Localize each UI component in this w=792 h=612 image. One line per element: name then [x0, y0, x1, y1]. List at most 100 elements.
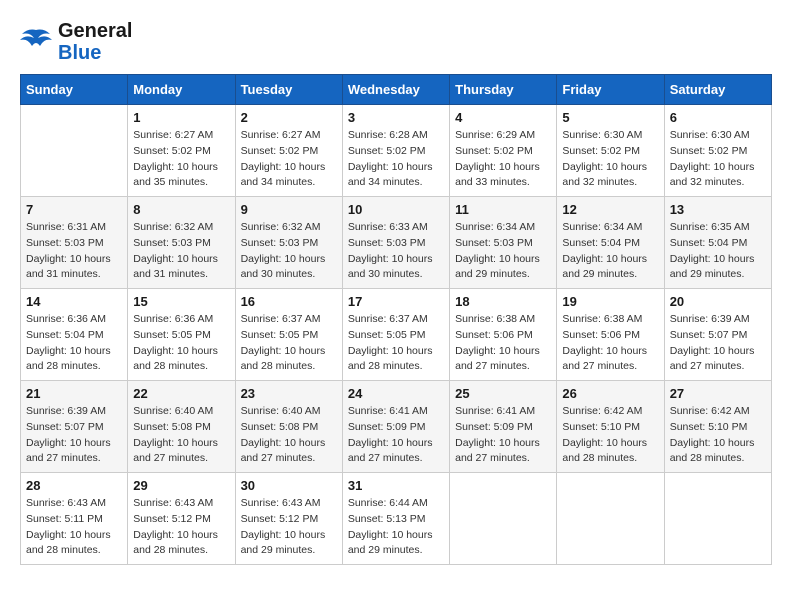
- calendar-body: 1 Sunrise: 6:27 AM Sunset: 5:02 PM Daylig…: [21, 105, 772, 565]
- calendar-cell: 4Sunrise: 6:29 AM Sunset: 5:02 PM Daylig…: [450, 105, 557, 197]
- day-number: 9: [241, 202, 337, 217]
- calendar-cell: 9 Sunrise: 6:32 AM Sunset: 5:03 PM Daylig…: [235, 197, 342, 289]
- calendar-cell: 25 Sunrise: 6:41 AM Sunset: 5:09 PM Dayli…: [450, 381, 557, 473]
- day-number: 28: [26, 478, 122, 493]
- day-info: Sunrise: 6:39 AM Sunset: 5:07 PM Dayligh…: [670, 312, 766, 375]
- day-info: Sunrise: 6:29 AM Sunset: 5:02 PM Dayligh…: [455, 128, 551, 191]
- day-number: 13: [670, 202, 766, 217]
- day-number: 21: [26, 386, 122, 401]
- day-number: 5: [562, 110, 658, 125]
- calendar-cell: 29Sunrise: 6:43 AM Sunset: 5:12 PM Dayli…: [128, 473, 235, 565]
- day-number: 11: [455, 202, 551, 217]
- calendar-cell: 21 Sunrise: 6:39 AM Sunset: 5:07 PM Dayli…: [21, 381, 128, 473]
- day-info: Sunrise: 6:30 AM Sunset: 5:02 PM Dayligh…: [562, 128, 658, 191]
- day-number: 29: [133, 478, 229, 493]
- weekday-header: Monday: [128, 75, 235, 105]
- day-number: 20: [670, 294, 766, 309]
- day-info: Sunrise: 6:35 AM Sunset: 5:04 PM Dayligh…: [670, 220, 766, 283]
- day-number: 8: [133, 202, 229, 217]
- calendar-cell: 3Sunrise: 6:28 AM Sunset: 5:02 PM Daylig…: [342, 105, 449, 197]
- day-info: Sunrise: 6:40 AM Sunset: 5:08 PM Dayligh…: [133, 404, 229, 467]
- weekday-header: Friday: [557, 75, 664, 105]
- calendar-cell: 16 Sunrise: 6:37 AM Sunset: 5:05 PM Dayli…: [235, 289, 342, 381]
- day-number: 24: [348, 386, 444, 401]
- day-info: Sunrise: 6:34 AM Sunset: 5:03 PM Dayligh…: [455, 220, 551, 283]
- day-info: Sunrise: 6:43 AM Sunset: 5:11 PM Dayligh…: [26, 496, 122, 559]
- day-number: 7: [26, 202, 122, 217]
- day-number: 22: [133, 386, 229, 401]
- day-number: 27: [670, 386, 766, 401]
- day-info: Sunrise: 6:41 AM Sunset: 5:09 PM Dayligh…: [348, 404, 444, 467]
- calendar-cell: 27 Sunrise: 6:42 AM Sunset: 5:10 PM Dayli…: [664, 381, 771, 473]
- day-number: 2: [241, 110, 337, 125]
- day-info: Sunrise: 6:44 AM Sunset: 5:13 PM Dayligh…: [348, 496, 444, 559]
- calendar-cell: [21, 105, 128, 197]
- calendar-cell: 19Sunrise: 6:38 AM Sunset: 5:06 PM Dayli…: [557, 289, 664, 381]
- day-info: Sunrise: 6:43 AM Sunset: 5:12 PM Dayligh…: [241, 496, 337, 559]
- calendar-cell: 31 Sunrise: 6:44 AM Sunset: 5:13 PM Dayli…: [342, 473, 449, 565]
- day-info: Sunrise: 6:32 AM Sunset: 5:03 PM Dayligh…: [133, 220, 229, 283]
- day-number: 18: [455, 294, 551, 309]
- calendar-week-row: 7 Sunrise: 6:31 AM Sunset: 5:03 PM Daylig…: [21, 197, 772, 289]
- calendar-cell: 10 Sunrise: 6:33 AM Sunset: 5:03 PM Dayli…: [342, 197, 449, 289]
- day-info: Sunrise: 6:27 AM Sunset: 5:02 PM Dayligh…: [241, 128, 337, 191]
- day-info: Sunrise: 6:36 AM Sunset: 5:04 PM Dayligh…: [26, 312, 122, 375]
- day-info: Sunrise: 6:41 AM Sunset: 5:09 PM Dayligh…: [455, 404, 551, 467]
- day-info: Sunrise: 6:34 AM Sunset: 5:04 PM Dayligh…: [562, 220, 658, 283]
- day-info: Sunrise: 6:33 AM Sunset: 5:03 PM Dayligh…: [348, 220, 444, 283]
- day-number: 23: [241, 386, 337, 401]
- logo: General Blue: [20, 20, 132, 64]
- calendar-week-row: 14 Sunrise: 6:36 AM Sunset: 5:04 PM Dayli…: [21, 289, 772, 381]
- calendar-cell: [664, 473, 771, 565]
- calendar-cell: [557, 473, 664, 565]
- day-info: Sunrise: 6:39 AM Sunset: 5:07 PM Dayligh…: [26, 404, 122, 467]
- day-info: Sunrise: 6:42 AM Sunset: 5:10 PM Dayligh…: [562, 404, 658, 467]
- day-number: 12: [562, 202, 658, 217]
- day-number: 6: [670, 110, 766, 125]
- calendar-cell: 12 Sunrise: 6:34 AM Sunset: 5:04 PM Dayli…: [557, 197, 664, 289]
- weekday-header: Saturday: [664, 75, 771, 105]
- day-info: Sunrise: 6:42 AM Sunset: 5:10 PM Dayligh…: [670, 404, 766, 467]
- day-number: 15: [133, 294, 229, 309]
- day-number: 31: [348, 478, 444, 493]
- day-info: Sunrise: 6:30 AM Sunset: 5:02 PM Dayligh…: [670, 128, 766, 191]
- calendar-cell: 8 Sunrise: 6:32 AM Sunset: 5:03 PM Daylig…: [128, 197, 235, 289]
- weekday-header: Tuesday: [235, 75, 342, 105]
- day-number: 14: [26, 294, 122, 309]
- day-number: 1: [133, 110, 229, 125]
- calendar-cell: 14 Sunrise: 6:36 AM Sunset: 5:04 PM Dayli…: [21, 289, 128, 381]
- day-info: Sunrise: 6:27 AM Sunset: 5:02 PM Dayligh…: [133, 128, 229, 191]
- day-number: 16: [241, 294, 337, 309]
- page-header: General Blue: [20, 20, 772, 64]
- calendar-cell: 2 Sunrise: 6:27 AM Sunset: 5:02 PM Daylig…: [235, 105, 342, 197]
- calendar-cell: 17Sunrise: 6:37 AM Sunset: 5:05 PM Dayli…: [342, 289, 449, 381]
- day-info: Sunrise: 6:31 AM Sunset: 5:03 PM Dayligh…: [26, 220, 122, 283]
- day-info: Sunrise: 6:37 AM Sunset: 5:05 PM Dayligh…: [348, 312, 444, 375]
- calendar-cell: 5 Sunrise: 6:30 AM Sunset: 5:02 PM Daylig…: [557, 105, 664, 197]
- calendar-cell: 24 Sunrise: 6:41 AM Sunset: 5:09 PM Dayli…: [342, 381, 449, 473]
- calendar-cell: 15 Sunrise: 6:36 AM Sunset: 5:05 PM Dayli…: [128, 289, 235, 381]
- day-info: Sunrise: 6:40 AM Sunset: 5:08 PM Dayligh…: [241, 404, 337, 467]
- day-info: Sunrise: 6:32 AM Sunset: 5:03 PM Dayligh…: [241, 220, 337, 283]
- calendar-cell: 23 Sunrise: 6:40 AM Sunset: 5:08 PM Dayli…: [235, 381, 342, 473]
- day-info: Sunrise: 6:36 AM Sunset: 5:05 PM Dayligh…: [133, 312, 229, 375]
- calendar-cell: [450, 473, 557, 565]
- calendar-cell: 20 Sunrise: 6:39 AM Sunset: 5:07 PM Dayli…: [664, 289, 771, 381]
- header-row: SundayMondayTuesdayWednesdayThursdayFrid…: [21, 75, 772, 105]
- weekday-header: Wednesday: [342, 75, 449, 105]
- day-info: Sunrise: 6:37 AM Sunset: 5:05 PM Dayligh…: [241, 312, 337, 375]
- calendar-week-row: 21 Sunrise: 6:39 AM Sunset: 5:07 PM Dayli…: [21, 381, 772, 473]
- day-number: 25: [455, 386, 551, 401]
- calendar-table: SundayMondayTuesdayWednesdayThursdayFrid…: [20, 74, 772, 565]
- day-number: 26: [562, 386, 658, 401]
- calendar-cell: 6 Sunrise: 6:30 AM Sunset: 5:02 PM Daylig…: [664, 105, 771, 197]
- day-number: 10: [348, 202, 444, 217]
- calendar-cell: 18Sunrise: 6:38 AM Sunset: 5:06 PM Dayli…: [450, 289, 557, 381]
- calendar-cell: 7 Sunrise: 6:31 AM Sunset: 5:03 PM Daylig…: [21, 197, 128, 289]
- calendar-cell: 30 Sunrise: 6:43 AM Sunset: 5:12 PM Dayli…: [235, 473, 342, 565]
- calendar-cell: 26 Sunrise: 6:42 AM Sunset: 5:10 PM Dayli…: [557, 381, 664, 473]
- day-info: Sunrise: 6:38 AM Sunset: 5:06 PM Dayligh…: [562, 312, 658, 375]
- calendar-cell: 13 Sunrise: 6:35 AM Sunset: 5:04 PM Dayli…: [664, 197, 771, 289]
- calendar-week-row: 1 Sunrise: 6:27 AM Sunset: 5:02 PM Daylig…: [21, 105, 772, 197]
- day-number: 30: [241, 478, 337, 493]
